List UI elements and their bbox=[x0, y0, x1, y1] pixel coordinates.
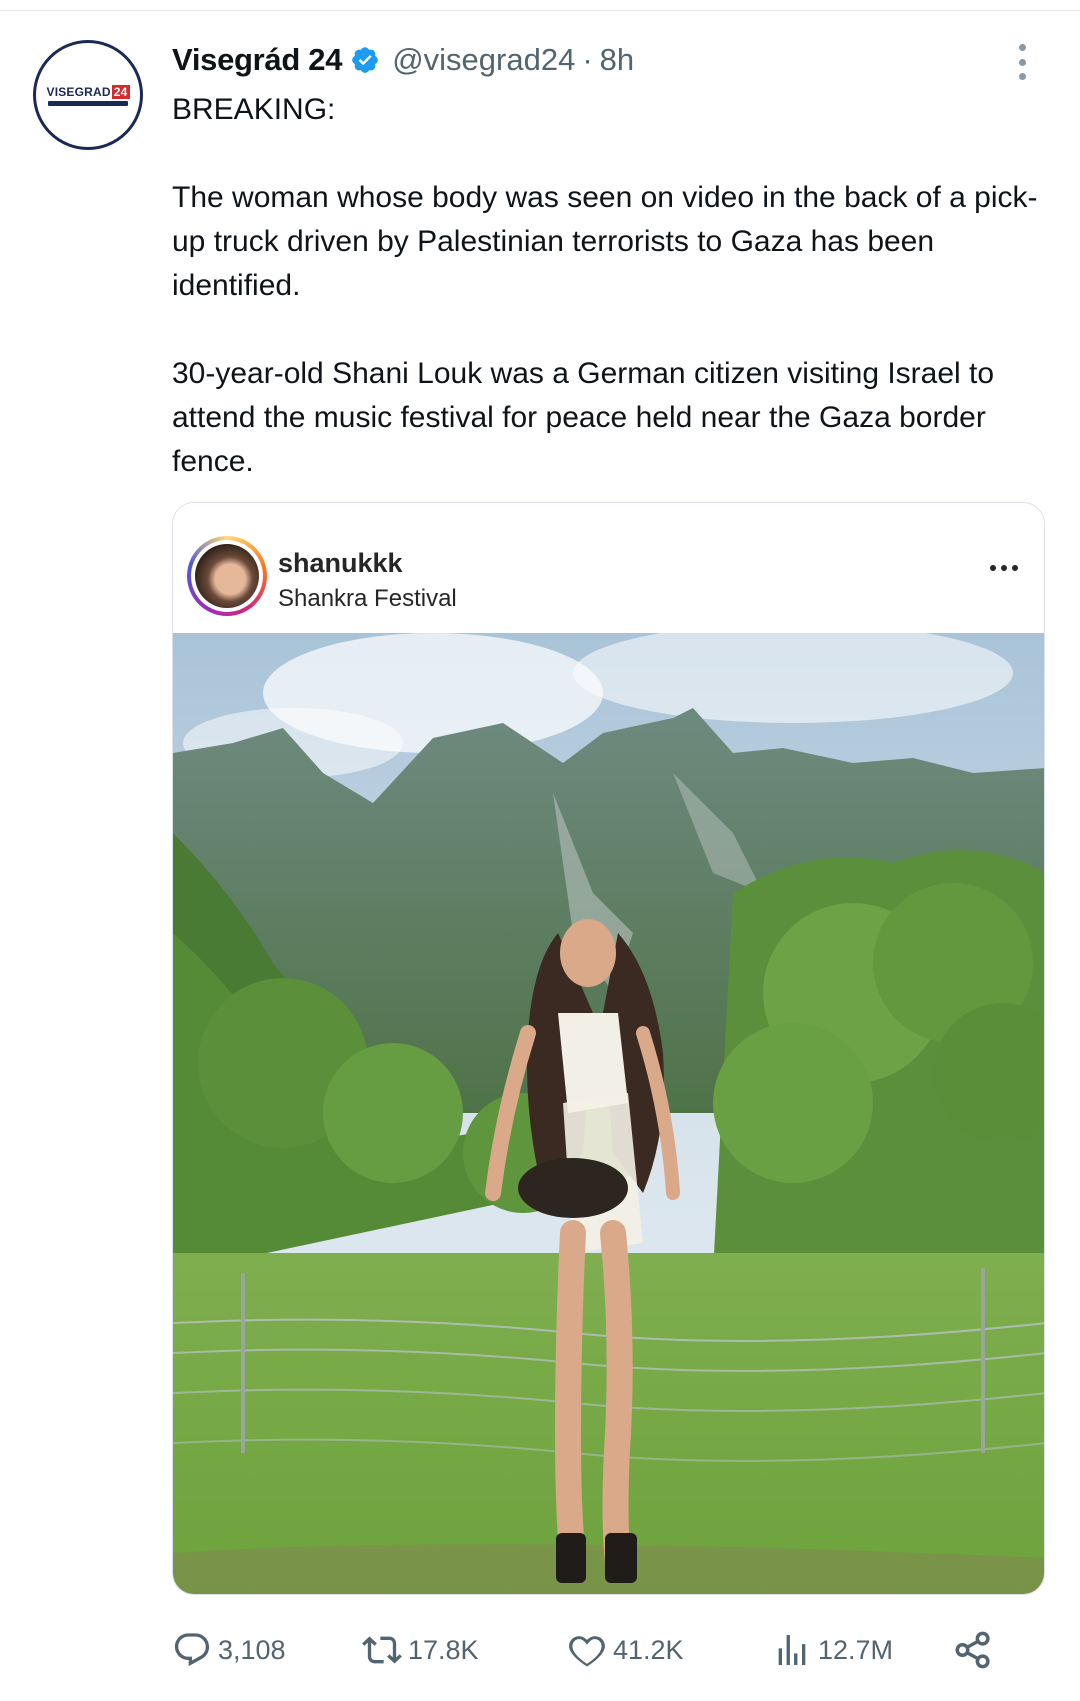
logo-number: 24 bbox=[111, 84, 130, 99]
tweet-timestamp[interactable]: 8h bbox=[600, 42, 634, 78]
views-button[interactable]: 12.7M bbox=[772, 1625, 893, 1675]
tweet-text-line-1: BREAKING: bbox=[172, 93, 336, 126]
reply-button[interactable]: 3,108 bbox=[172, 1625, 286, 1675]
like-button[interactable]: 41.2K bbox=[567, 1625, 684, 1675]
author-display-name[interactable]: Visegrád 24 bbox=[172, 42, 342, 78]
instagram-post-header: shanukkk Shankra Festival bbox=[173, 503, 1044, 633]
repost-button[interactable]: 17.8K bbox=[362, 1625, 479, 1675]
like-count: 41.2K bbox=[613, 1634, 684, 1665]
heart-icon bbox=[569, 1636, 605, 1667]
profile-photo bbox=[195, 544, 259, 608]
reply-icon bbox=[174, 1633, 210, 1667]
instagram-username[interactable]: shanukkk bbox=[278, 548, 403, 579]
instagram-location[interactable]: Shankra Festival bbox=[278, 585, 457, 613]
analytics-icon bbox=[778, 1635, 806, 1665]
share-button[interactable] bbox=[952, 1625, 994, 1675]
logo-text: VISEGRAD bbox=[46, 84, 111, 99]
embedded-media-card[interactable]: shanukkk Shankra Festival bbox=[172, 502, 1045, 1595]
tweet-text-paragraph-2: The woman whose body was seen on video i… bbox=[172, 181, 1038, 302]
reply-count: 3,108 bbox=[218, 1634, 286, 1665]
more-options-icon[interactable] bbox=[1010, 44, 1034, 80]
separator-dot: · bbox=[582, 42, 593, 77]
tweet[interactable]: VISEGRAD 24 Visegrád 24 @visegrad24 · 8h … bbox=[0, 0, 1080, 1701]
post-photo[interactable] bbox=[173, 633, 1044, 1594]
share-icon bbox=[955, 1631, 990, 1669]
author-handle[interactable]: @visegrad24 bbox=[392, 42, 575, 78]
views-count: 12.7M bbox=[818, 1634, 894, 1665]
landscape-photo bbox=[173, 633, 1044, 1594]
visegrad-logo: VISEGRAD 24 bbox=[46, 84, 130, 106]
tweet-action-bar: 3,108 17.8K 41.2K 12.7M bbox=[172, 1625, 1032, 1675]
repost-count: 17.8K bbox=[408, 1634, 479, 1665]
logo-underline bbox=[48, 100, 128, 106]
instagram-avatar[interactable] bbox=[187, 536, 267, 616]
author-avatar[interactable]: VISEGRAD 24 bbox=[33, 40, 143, 150]
tweet-text-paragraph-3: 30-year-old Shani Louk was a German citi… bbox=[172, 357, 995, 478]
repost-icon bbox=[362, 1636, 402, 1664]
verified-badge-icon bbox=[352, 47, 378, 73]
more-horizontal-icon[interactable] bbox=[990, 565, 1018, 571]
tweet-header: Visegrád 24 @visegrad24 · 8h bbox=[172, 38, 634, 82]
tweet-text: BREAKING: The woman whose body was seen … bbox=[172, 88, 1052, 484]
